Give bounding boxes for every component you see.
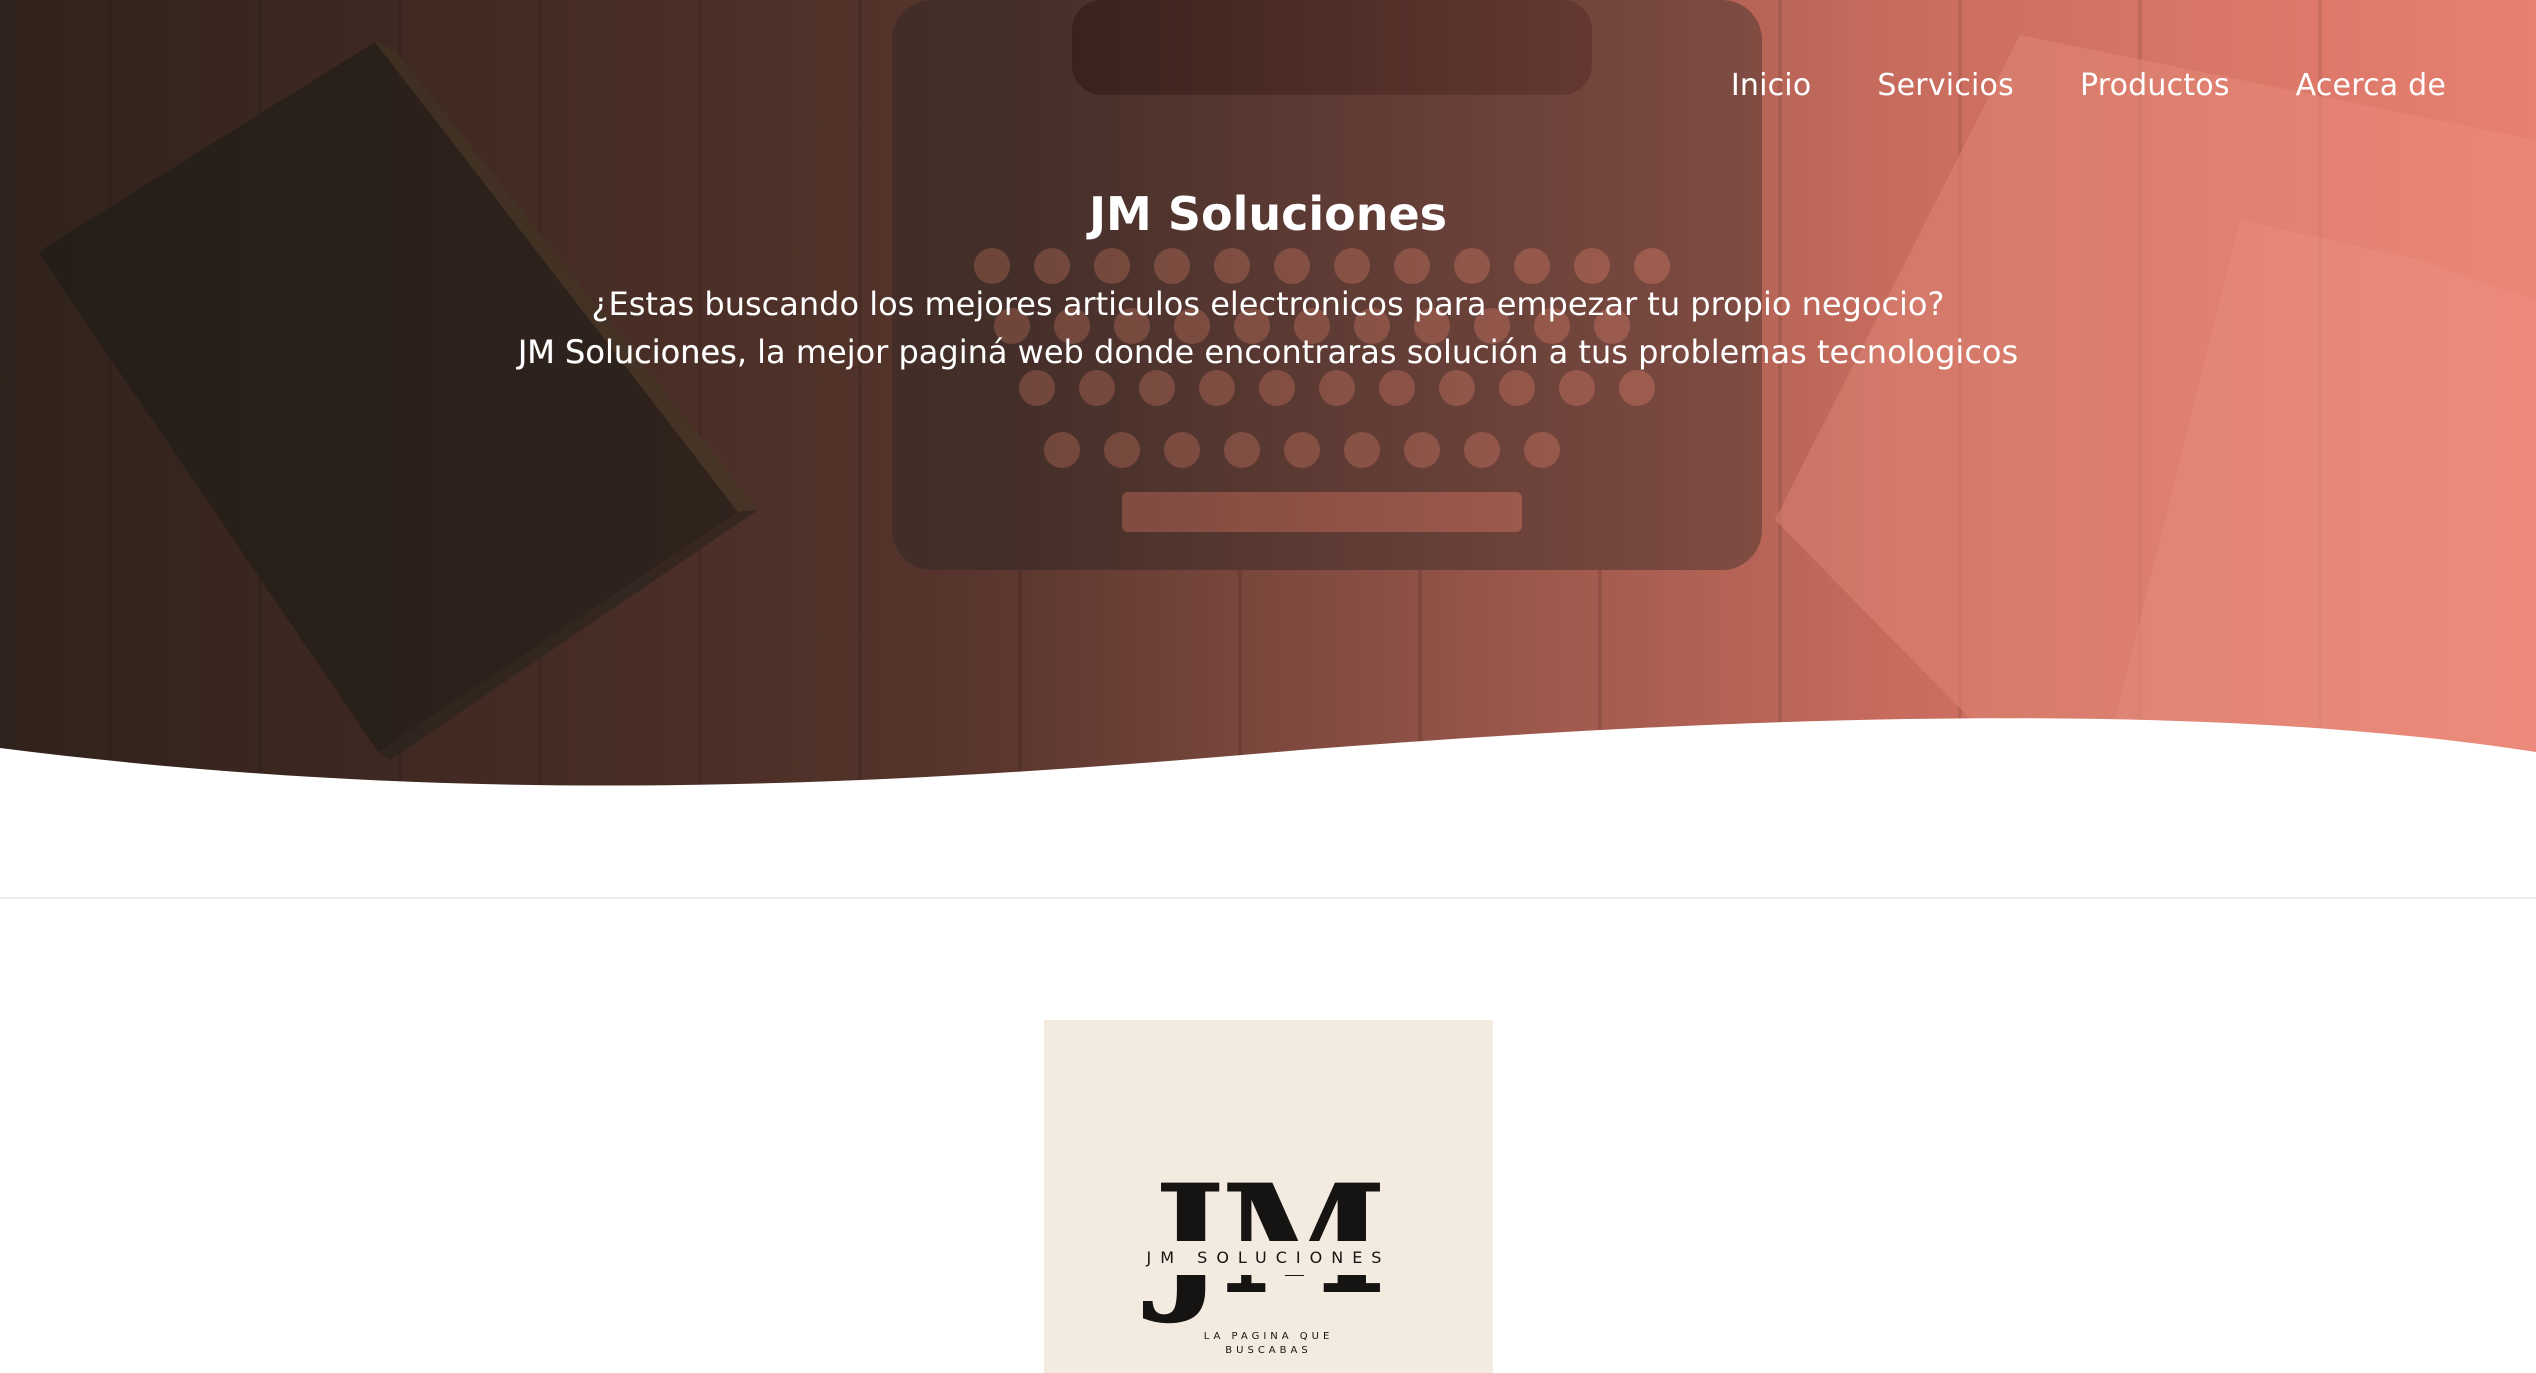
main-nav: Inicio Servicios Productos Acerca de [1731,68,2446,103]
hero-description: ¿Estas buscando los mejores articulos el… [0,280,2536,376]
logo-tagline-line-1: LA PAGINA QUE [1203,1331,1334,1342]
brand-logo: JM JM SOLUCIONES LA PAGINA QUE BUSCABAS [1044,1020,1493,1373]
nav-item-inicio[interactable]: Inicio [1731,68,1812,103]
nav-item-servicios[interactable]: Servicios [1877,68,2014,103]
section-divider [0,897,2536,899]
hero-title: JM Soluciones [1088,187,1448,241]
logo-name: JM SOLUCIONES [1146,1248,1391,1267]
hero-line-1: ¿Estas buscando los mejores articulos el… [591,285,1945,323]
hero-line-2-text: , la mejor paginá web donde encontraras … [736,333,2019,371]
hero-brand-name: JM Soluciones [517,333,737,371]
logo-monogram: JM [1153,1152,1387,1328]
nav-item-acerca-de[interactable]: Acerca de [2296,68,2446,103]
logo-tagline-line-2: BUSCABAS [1225,1345,1312,1356]
logo-tagline: LA PAGINA QUE BUSCABAS [1044,1330,1493,1358]
hero-line-2: JM Soluciones, la mejor paginá web donde… [0,328,2536,376]
nav-item-productos[interactable]: Productos [2080,68,2230,103]
hero-banner: Inicio Servicios Productos Acerca de JM … [0,0,2536,800]
hero-wave-divider [0,718,2536,800]
